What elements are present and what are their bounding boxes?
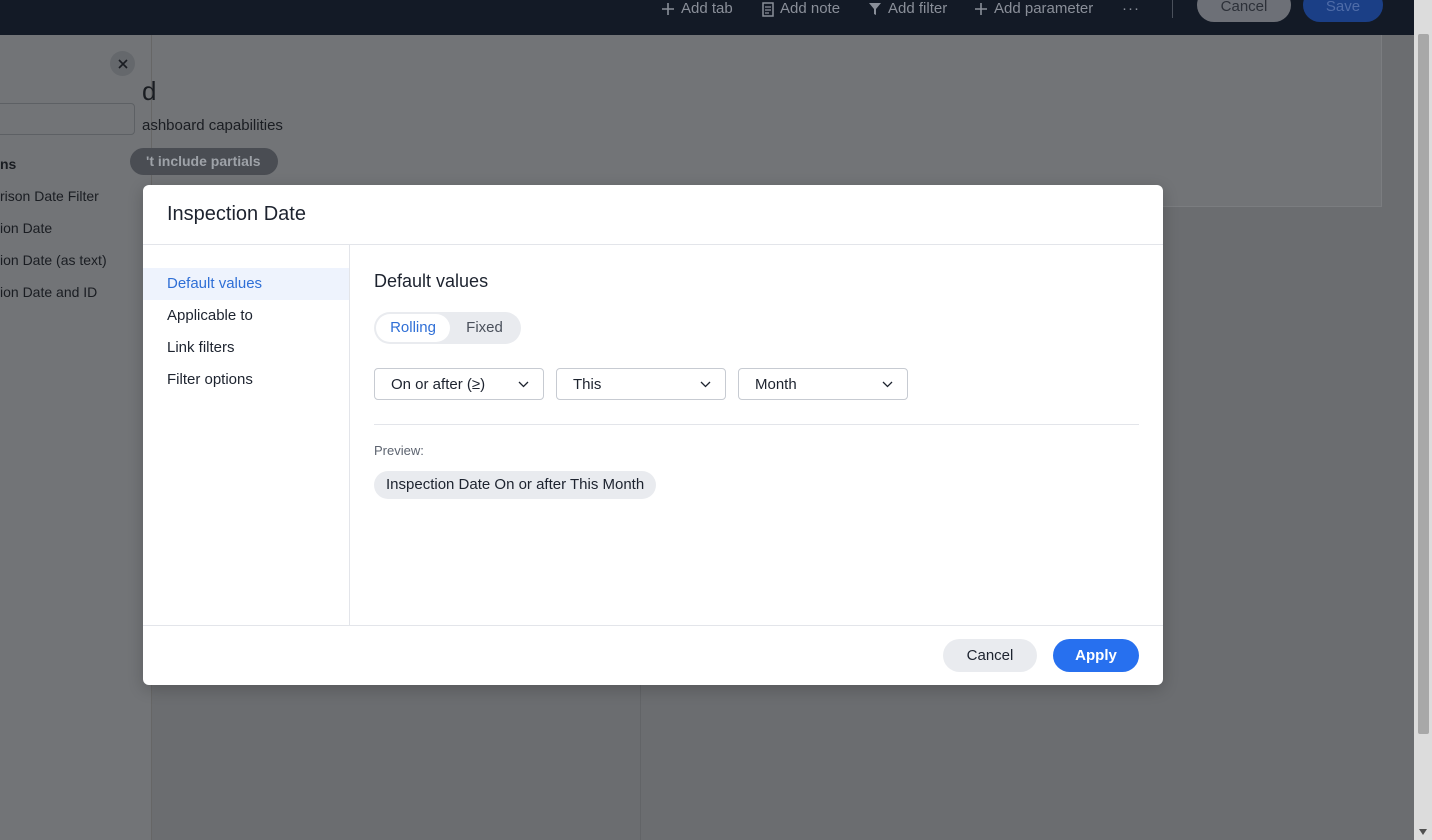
add-filter-button[interactable]: Add filter xyxy=(868,0,947,18)
dialog-nav: Default values Applicable to Link filter… xyxy=(143,245,350,626)
nav-link-filters[interactable]: Link filters xyxy=(143,332,349,364)
sidebar-search-input[interactable] xyxy=(0,103,135,135)
canvas-divider xyxy=(640,685,641,840)
nav-default-values[interactable]: Default values xyxy=(143,268,349,300)
dialog-header: Inspection Date xyxy=(143,185,1163,245)
toggle-rolling[interactable]: Rolling xyxy=(376,314,450,342)
chevron-down-icon xyxy=(882,381,893,387)
sidebar-item[interactable]: ion Date xyxy=(0,220,52,236)
scrollbar-thumb[interactable] xyxy=(1418,34,1429,734)
preview-label: Preview: xyxy=(374,443,424,458)
unit-value: Month xyxy=(755,375,797,393)
add-tab-button[interactable]: Add tab xyxy=(661,0,733,18)
dialog-footer: Cancel Apply xyxy=(143,625,1163,685)
plus-icon xyxy=(975,3,987,15)
apply-button[interactable]: Apply xyxy=(1053,639,1139,672)
dashboard-title: d xyxy=(142,76,157,106)
scroll-down-arrow[interactable] xyxy=(1416,826,1430,838)
add-parameter-button[interactable]: Add parameter xyxy=(974,0,1093,18)
dialog-content: Default values Rolling Fixed On or after… xyxy=(374,245,1139,626)
more-icon: ··· xyxy=(1122,0,1140,17)
sidebar-close-button[interactable] xyxy=(110,51,135,76)
unit-dropdown[interactable]: Month xyxy=(738,368,908,400)
arrow-down-icon xyxy=(1419,829,1427,835)
filter-dialog: Inspection Date Default values Applicabl… xyxy=(143,185,1163,685)
partials-filter-pill[interactable]: 't include partials xyxy=(130,148,278,175)
close-icon xyxy=(117,58,128,69)
preview-chip: Inspection Date On or after This Month xyxy=(374,471,657,499)
sidebar-section-header: ns xyxy=(0,156,17,172)
filter-sidebar xyxy=(0,35,152,840)
toolbar-separator xyxy=(1172,0,1173,18)
chevron-down-icon xyxy=(518,381,529,387)
dialog-title: Inspection Date xyxy=(167,203,306,225)
sidebar-item[interactable]: rison Date Filter xyxy=(0,188,99,204)
plus-icon xyxy=(662,3,674,15)
filter-icon xyxy=(869,3,881,15)
nav-applicable-to[interactable]: Applicable to xyxy=(143,300,349,332)
toolbar-cancel-button[interactable]: Cancel xyxy=(1197,0,1291,22)
dashboard-header-card xyxy=(152,35,1382,207)
top-toolbar: Add tab Add note Add filter Add paramete… xyxy=(0,0,1414,35)
add-note-button[interactable]: Add note xyxy=(762,0,840,18)
preview-field: Inspection Date xyxy=(386,476,491,493)
period-dropdown[interactable]: This xyxy=(556,368,726,400)
section-title: Default values xyxy=(374,271,489,291)
rolling-fixed-toggle: Rolling Fixed xyxy=(374,312,521,344)
preview-condition: On or after This Month xyxy=(494,476,645,493)
nav-filter-options[interactable]: Filter options xyxy=(143,364,349,396)
toggle-fixed[interactable]: Fixed xyxy=(450,314,519,342)
operator-value: On or after (≥) xyxy=(391,375,486,393)
content-divider xyxy=(374,424,1139,425)
toolbar-save-button[interactable]: Save xyxy=(1303,0,1383,22)
period-value: This xyxy=(573,375,602,393)
dashboard-subtitle: ashboard capabilities xyxy=(142,117,283,134)
note-icon xyxy=(762,1,774,17)
cancel-button[interactable]: Cancel xyxy=(943,639,1037,672)
chevron-down-icon xyxy=(700,381,711,387)
operator-dropdown[interactable]: On or after (≥) xyxy=(374,368,544,400)
more-options-button[interactable]: ··· xyxy=(1122,0,1140,18)
sidebar-item[interactable]: ion Date and ID xyxy=(0,284,97,300)
sidebar-item[interactable]: ion Date (as text) xyxy=(0,252,107,268)
